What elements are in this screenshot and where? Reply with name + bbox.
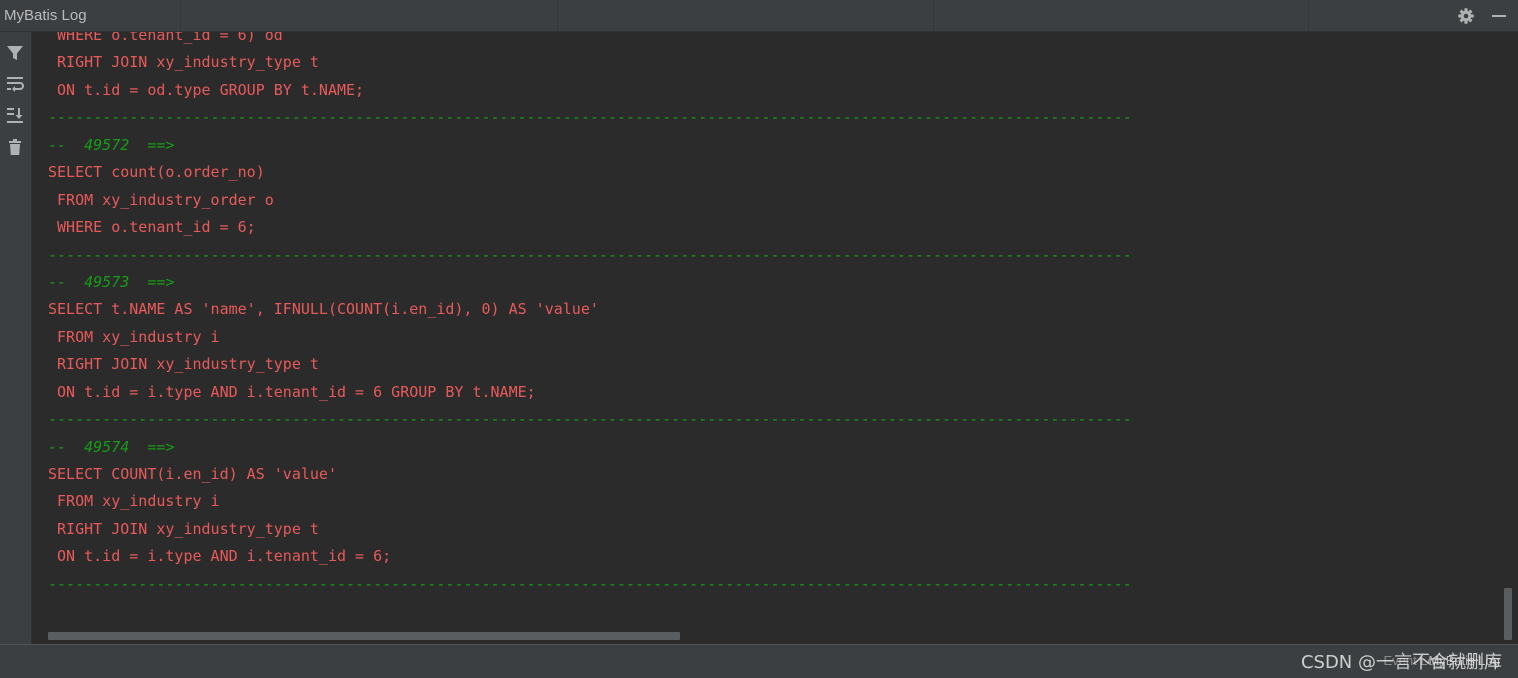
log-console[interactable]: WHERE o.tenant_id = 6) od RIGHT JOIN xy_… (32, 32, 1502, 644)
tool-window-title: MyBatis Log (4, 7, 87, 24)
header-divider (557, 0, 558, 31)
status-bar: Event Log MyBatis Log CSDN @一言不合就删库 (0, 644, 1518, 678)
sql-line: WHERE o.tenant_id = 6) od (48, 32, 283, 44)
sql-line: ON t.id = i.type AND i.tenant_id = 6 GRO… (48, 382, 536, 401)
log-entry-header: -- 49572 ==> (48, 135, 175, 154)
sql-line: FROM xy_industry_order o (48, 190, 274, 209)
log-separator: ----------------------------------------… (48, 574, 1132, 593)
sql-line: WHERE o.tenant_id = 6; (48, 218, 256, 237)
horizontal-scrollbar-thumb[interactable] (48, 632, 680, 640)
horizontal-scrollbar[interactable] (32, 626, 1502, 640)
filter-button[interactable] (4, 42, 26, 64)
scroll-to-end-button[interactable] (4, 104, 26, 126)
log-entry-header: -- 49574 ==> (48, 437, 175, 456)
minimize-button[interactable] (1489, 6, 1509, 26)
clear-button[interactable] (4, 136, 26, 158)
sql-line: SELECT count(o.order_no) (48, 163, 265, 182)
sql-line: SELECT COUNT(i.en_id) AS 'value' (48, 465, 337, 483)
sql-line: ON t.id = od.type GROUP BY t.NAME; (48, 80, 365, 99)
trash-icon (9, 139, 21, 155)
log-separator: ----------------------------------------… (48, 245, 1132, 264)
sql-line: SELECT t.NAME AS 'name', IFNULL(COUNT(i.… (48, 300, 599, 319)
minimize-icon (1492, 15, 1506, 17)
sql-line: RIGHT JOIN xy_industry_type t (48, 519, 319, 538)
header-divider (180, 0, 181, 31)
settings-button[interactable] (1456, 6, 1476, 26)
sql-line: RIGHT JOIN xy_industry_type t (48, 53, 319, 72)
sql-line: ON t.id = i.type AND i.tenant_id = 6; (48, 547, 392, 566)
mybatis-log-window: MyBatis Log WHERE o.tenant_id = 6) od RI… (0, 0, 1518, 678)
header-divider (1308, 0, 1309, 31)
vertical-scrollbar-thumb[interactable] (1504, 588, 1512, 640)
console-toolbar (0, 32, 32, 644)
sql-line: FROM xy_industry i (48, 327, 220, 346)
vertical-scrollbar[interactable] (1502, 32, 1518, 644)
gear-icon (1458, 8, 1474, 24)
tool-window-header: MyBatis Log (0, 0, 1518, 32)
log-entry-header: -- 49573 ==> (48, 272, 175, 291)
header-divider (933, 0, 934, 31)
sql-line: FROM xy_industry i (48, 492, 220, 511)
scroll-to-end-icon (7, 108, 23, 123)
log-separator: ----------------------------------------… (48, 410, 1132, 429)
sql-line: RIGHT JOIN xy_industry_type t (48, 355, 319, 374)
log-lines: WHERE o.tenant_id = 6) od RIGHT JOIN xy_… (48, 32, 1132, 598)
log-separator: ----------------------------------------… (48, 108, 1132, 127)
mybatis-log-tool-button[interactable]: MyBatis Log (1428, 653, 1500, 668)
soft-wrap-icon (7, 77, 24, 92)
filter-icon (7, 46, 23, 60)
soft-wrap-button[interactable] (4, 73, 26, 95)
